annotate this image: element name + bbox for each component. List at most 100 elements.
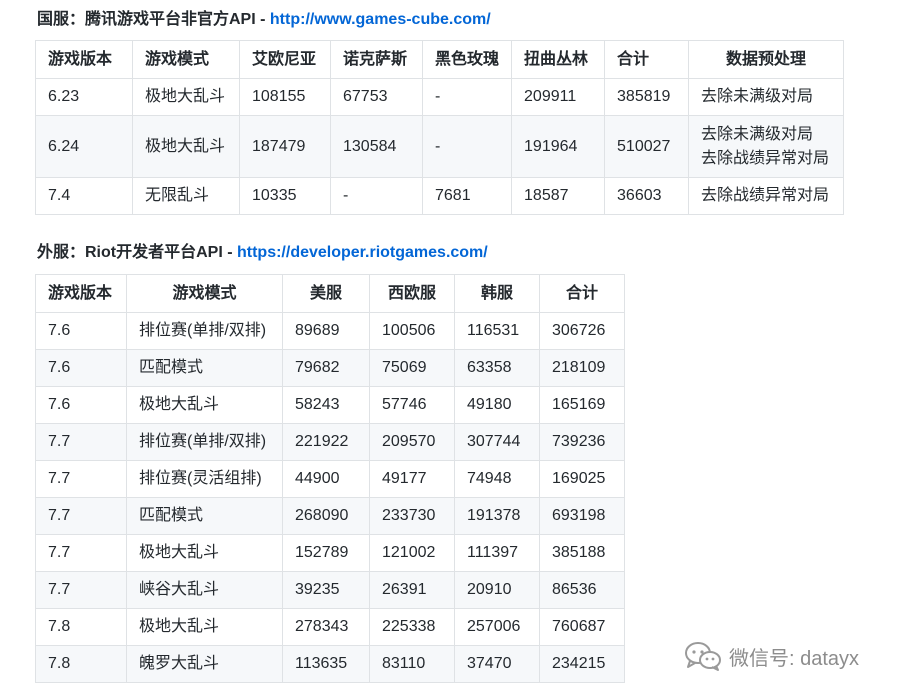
cell-preprocessing: 去除未满级对局 去除战绩异常对局: [688, 115, 845, 178]
cell-mode: 极地大乱斗: [132, 78, 240, 116]
cell-mode: 极地大乱斗: [126, 386, 283, 424]
cell-na: 58243: [282, 386, 370, 424]
table-row: 7.7 峡谷大乱斗 39235 26391 20910 86536: [35, 571, 625, 609]
watermark-text: 微信号: datayx: [729, 647, 860, 670]
table-row: 7.7 极地大乱斗 152789 121002 111397 385188: [35, 534, 625, 572]
cell-euw: 100506: [369, 312, 455, 350]
section-1-heading: 国服：腾讯游戏平台非官方API - http://www.games-cube.…: [37, 5, 491, 29]
col-header-mode: 游戏模式: [126, 274, 283, 313]
col-header-version: 游戏版本: [35, 274, 127, 313]
cell-black-rose: -: [421, 78, 513, 116]
table-row: 7.7 排位赛(单排/双排) 221922 209570 307744 739236: [35, 423, 625, 461]
table-row: 6.24 极地大乱斗 187479 130584 - 191964 510027…: [35, 115, 845, 178]
col-header-noxus: 诺克萨斯: [330, 40, 423, 79]
cell-na: 44900: [282, 460, 370, 498]
section-2-label: 外服：Riot开发者平台API -: [37, 244, 237, 261]
cn-server-table: 游戏版本 游戏模式 艾欧尼亚 诺克萨斯 黑色玫瑰 扭曲丛林 合计 数据预处理 6…: [35, 40, 845, 215]
cell-total: 760687: [539, 608, 625, 646]
col-header-euw: 西欧服: [369, 274, 455, 313]
cell-mode: 排位赛(灵活组排): [126, 460, 283, 498]
cell-preprocessing: 去除战绩异常对局: [688, 177, 845, 215]
cell-kr: 37470: [454, 645, 540, 683]
cell-version: 7.7: [35, 460, 127, 498]
cell-euw: 225338: [369, 608, 455, 646]
cell-noxus: 130584: [330, 115, 423, 178]
cell-kr: 20910: [454, 571, 540, 609]
col-header-twisted-treeline: 扭曲丛林: [511, 40, 606, 79]
cell-version: 7.7: [35, 534, 127, 572]
table-row: 7.6 匹配模式 79682 75069 63358 218109: [35, 349, 625, 387]
cell-kr: 63358: [454, 349, 540, 387]
cell-na: 278343: [282, 608, 370, 646]
cell-mode: 无限乱斗: [132, 177, 240, 215]
cell-ionia: 187479: [239, 115, 331, 178]
cell-version: 7.6: [35, 349, 127, 387]
cell-mode: 排位赛(单排/双排): [126, 423, 283, 461]
cell-kr: 307744: [454, 423, 540, 461]
cell-total: 169025: [539, 460, 625, 498]
cell-euw: 233730: [369, 497, 455, 535]
cell-version: 7.6: [35, 386, 127, 424]
global-server-table: 游戏版本 游戏模式 美服 西欧服 韩服 合计 7.6 排位赛(单排/双排) 8968…: [35, 274, 625, 683]
cell-na: 39235: [282, 571, 370, 609]
cell-preprocessing: 去除未满级对局: [688, 78, 845, 116]
cell-mode: 匹配模式: [126, 349, 283, 387]
cell-na: 89689: [282, 312, 370, 350]
cell-total: 218109: [539, 349, 625, 387]
cell-version: 7.7: [35, 571, 127, 609]
cell-mode: 魄罗大乱斗: [126, 645, 283, 683]
cell-ionia: 10335: [239, 177, 331, 215]
col-header-ionia: 艾欧尼亚: [239, 40, 331, 79]
col-header-kr: 韩服: [454, 274, 540, 313]
col-header-preprocessing: 数据预处理: [688, 40, 845, 79]
cell-version: 7.8: [35, 645, 127, 683]
cell-euw: 57746: [369, 386, 455, 424]
cell-mode: 极地大乱斗: [132, 115, 240, 178]
table-row: 7.4 无限乱斗 10335 - 7681 18587 36603 去除战绩异常…: [35, 177, 845, 215]
table-header-row: 游戏版本 游戏模式 艾欧尼亚 诺克萨斯 黑色玫瑰 扭曲丛林 合计 数据预处理: [35, 40, 845, 79]
col-header-mode: 游戏模式: [132, 40, 240, 79]
table-row: 7.7 排位赛(灵活组排) 44900 49177 74948 169025: [35, 460, 625, 498]
cell-mode: 极地大乱斗: [126, 608, 283, 646]
cell-kr: 74948: [454, 460, 540, 498]
cell-version: 7.7: [35, 497, 127, 535]
cell-total: 739236: [539, 423, 625, 461]
cell-twisted-treeline: 209911: [511, 78, 606, 116]
col-header-total: 合计: [604, 40, 690, 79]
cell-black-rose: 7681: [421, 177, 513, 215]
cell-total: 510027: [604, 115, 690, 178]
cell-total: 86536: [539, 571, 625, 609]
cell-kr: 111397: [454, 534, 540, 572]
preprocessing-line: 去除未满级对局: [701, 125, 814, 143]
cell-na: 152789: [282, 534, 370, 572]
col-header-na: 美服: [282, 274, 370, 313]
cell-na: 268090: [282, 497, 370, 535]
riot-developer-link[interactable]: https://developer.riotgames.com/: [237, 244, 488, 261]
table-row: 7.8 魄罗大乱斗 113635 83110 37470 234215: [35, 645, 625, 683]
col-header-version: 游戏版本: [35, 40, 133, 79]
cell-total: 385819: [604, 78, 690, 116]
section-1-label: 国服：腾讯游戏平台非官方API -: [37, 11, 270, 28]
table-header-row: 游戏版本 游戏模式 美服 西欧服 韩服 合计: [35, 274, 625, 313]
cell-black-rose: -: [421, 115, 513, 178]
cell-total: 234215: [539, 645, 625, 683]
preprocessing-line: 去除战绩异常对局: [701, 187, 830, 204]
cell-version: 7.8: [35, 608, 127, 646]
wechat-watermark: 微信号: datayx: [683, 640, 859, 672]
table-row: 6.23 极地大乱斗 108155 67753 - 209911 385819 …: [35, 78, 845, 116]
games-cube-link[interactable]: http://www.games-cube.com/: [270, 11, 491, 28]
section-2-heading: 外服：Riot开发者平台API - https://developer.riot…: [37, 238, 488, 262]
table-row: 7.6 极地大乱斗 58243 57746 49180 165169: [35, 386, 625, 424]
preprocessing-line: 去除战绩异常对局: [701, 149, 830, 167]
cell-ionia: 108155: [239, 78, 331, 116]
cell-kr: 49180: [454, 386, 540, 424]
cell-euw: 75069: [369, 349, 455, 387]
cell-euw: 49177: [369, 460, 455, 498]
cell-kr: 191378: [454, 497, 540, 535]
wechat-icon: [685, 642, 721, 671]
table-row: 7.7 匹配模式 268090 233730 191378 693198: [35, 497, 625, 535]
cell-noxus: 67753: [330, 78, 423, 116]
cell-kr: 257006: [454, 608, 540, 646]
cell-mode: 极地大乱斗: [126, 534, 283, 572]
cell-total: 306726: [539, 312, 625, 350]
